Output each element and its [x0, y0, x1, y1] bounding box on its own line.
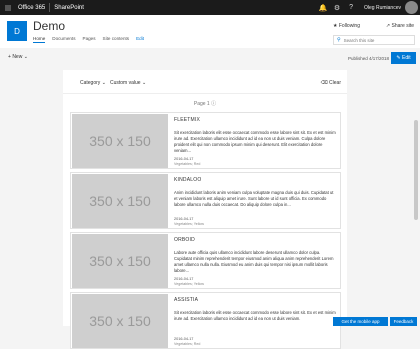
category-dropdown[interactable]: Category ⌄: [80, 80, 106, 86]
card-image: 350 x 150: [72, 234, 168, 288]
nav-documents[interactable]: Documents: [52, 36, 75, 43]
card-title[interactable]: ASSISTIA: [174, 297, 198, 303]
office365-label[interactable]: Office 365: [18, 5, 45, 11]
card-tags: Vegetables; Red: [174, 342, 200, 346]
card-image: 350 x 150: [72, 294, 168, 348]
site-logo[interactable]: D: [7, 21, 27, 41]
card-date: 2016-04-17: [174, 277, 193, 281]
new-label: New: [12, 54, 22, 60]
card-body: Sit exercitation laboris elit esse occae…: [174, 130, 338, 154]
get-mobile-app-button[interactable]: Get the mobile app: [333, 317, 388, 326]
site-nav: Home Documents Pages Site contents Edit: [33, 36, 151, 43]
nav-pages[interactable]: Pages: [83, 36, 96, 43]
clear-icon: ⌫: [321, 80, 328, 86]
site-title[interactable]: Demo: [33, 19, 65, 33]
new-button[interactable]: + New ⌄: [8, 54, 28, 60]
page-scrollbar[interactable]: [414, 120, 418, 220]
nav-site-contents[interactable]: Site contents: [103, 36, 130, 43]
star-icon: ★: [333, 23, 337, 29]
page-label: Page 1: [194, 101, 210, 107]
search-box[interactable]: ⚲ Search this site: [333, 35, 415, 45]
card-title[interactable]: FLEETMIX: [174, 117, 200, 123]
gear-icon[interactable]: ⚙: [330, 0, 344, 15]
share-label: Share site: [391, 23, 414, 29]
card-title[interactable]: ORBOID: [174, 237, 195, 243]
custom-value-label: Custom value: [110, 80, 141, 86]
help-icon[interactable]: ?: [344, 0, 358, 15]
card-body: Labore aute officia quis ullamco incidid…: [174, 250, 338, 274]
site-header: D Demo Home Documents Pages Site content…: [0, 15, 420, 48]
nav-home[interactable]: Home: [33, 36, 45, 43]
card-tags: Vegetables; Yellow: [174, 222, 204, 226]
edit-label: Edit: [402, 55, 411, 61]
custom-value-dropdown[interactable]: Custom value ⌄: [110, 80, 146, 86]
avatar[interactable]: [405, 1, 418, 14]
chevron-down-icon: ⌄: [102, 80, 106, 86]
card-body: Anim incididunt laboris anim veniam culp…: [174, 190, 338, 208]
search-icon: ⚲: [337, 37, 341, 43]
card[interactable]: 350 x 150 FLEETMIX Sit exercitation labo…: [70, 112, 341, 169]
info-icon[interactable]: ⓘ: [211, 101, 216, 107]
card-image: 350 x 150: [72, 174, 168, 228]
clear-filters-button[interactable]: ⌫ Clear: [321, 80, 341, 86]
category-label: Category: [80, 80, 100, 86]
card[interactable]: 350 x 150 ORBOID Labore aute officia qui…: [70, 232, 341, 289]
bell-icon[interactable]: 🔔: [316, 0, 330, 15]
share-site-button[interactable]: ↗ Share site: [386, 23, 414, 29]
card-date: 2016-04-17: [174, 157, 193, 161]
user-name[interactable]: Oleg Rumiancev: [364, 5, 401, 11]
card-tags: Vegetables; Yellow: [174, 282, 204, 286]
search-placeholder: Search this site: [344, 38, 375, 43]
card-image: 350 x 150: [72, 114, 168, 168]
following-label: Following: [339, 23, 360, 29]
feedback-button[interactable]: Feedback: [390, 317, 417, 326]
sharepoint-label[interactable]: SharePoint: [54, 5, 84, 11]
plus-icon: +: [8, 54, 11, 60]
clear-label: Clear: [329, 80, 341, 86]
published-status: Published 4/17/2018: [348, 56, 389, 61]
card-date: 2016-04-17: [174, 337, 193, 341]
share-icon: ↗: [386, 23, 390, 29]
waffle-icon: [5, 5, 11, 11]
filter-toolbar: Category ⌄ Custom value ⌄ ⌫ Clear: [63, 70, 347, 94]
edit-button[interactable]: ✎ Edit: [391, 52, 416, 64]
page-canvas: Category ⌄ Custom value ⌄ ⌫ Clear Page 1…: [63, 70, 347, 326]
page-indicator: Page 1 ⓘ: [63, 100, 347, 107]
card-date: 2016-04-17: [174, 217, 193, 221]
following-button[interactable]: ★ Following: [333, 23, 360, 29]
card-body: Sit exercitation laboris elit esse occae…: [174, 310, 338, 322]
app-launcher-button[interactable]: [0, 0, 15, 15]
chevron-down-icon: ⌄: [24, 54, 28, 60]
suite-bar: Office 365 SharePoint 🔔 ⚙ ? Oleg Rumianc…: [0, 0, 420, 15]
suite-divider: [49, 3, 50, 12]
card-tags: Vegetables; Red: [174, 162, 200, 166]
nav-edit[interactable]: Edit: [136, 36, 144, 43]
pencil-icon: ✎: [396, 55, 400, 61]
chevron-down-icon: ⌄: [142, 80, 146, 86]
card[interactable]: 350 x 150 KINDALOO Anim incididunt labor…: [70, 172, 341, 229]
card[interactable]: 350 x 150 ASSISTIA Sit exercitation labo…: [70, 292, 341, 349]
card-title[interactable]: KINDALOO: [174, 177, 201, 183]
command-bar: + New ⌄ Published 4/17/2018 ✎ Edit: [0, 48, 420, 68]
